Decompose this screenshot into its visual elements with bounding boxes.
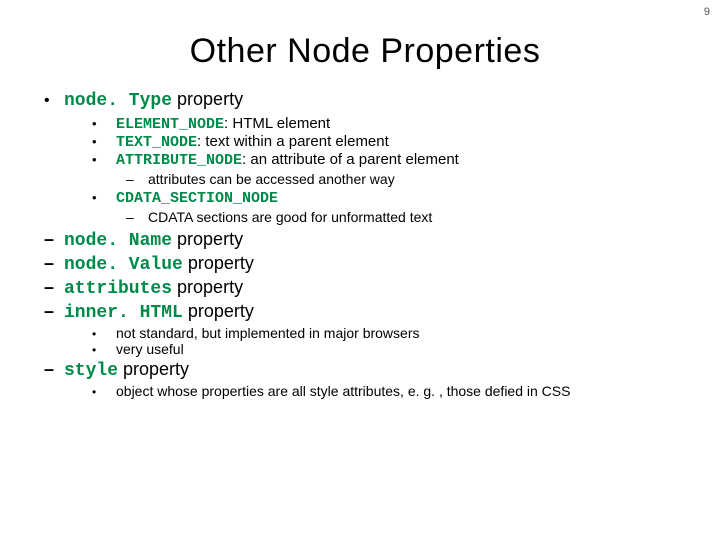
list-item: ELEMENT_NODE: HTML element [92, 115, 686, 133]
list-item: not standard, but implemented in major b… [92, 325, 686, 341]
item-text: property [172, 229, 243, 249]
code-token: node. Name [64, 231, 172, 251]
code-token: style [64, 361, 118, 381]
list-item: node. Name property [44, 229, 686, 251]
item-text: property [183, 301, 254, 321]
list-item: CDATA_SECTION_NODE CDATA sections are go… [92, 189, 686, 225]
sub-list: not standard, but implemented in major b… [92, 325, 686, 357]
item-text: object whose properties are all style at… [116, 383, 686, 399]
list-item: ATTRIBUTE_NODE: an attribute of a parent… [92, 151, 686, 187]
list-item: TEXT_NODE: text within a parent element [92, 133, 686, 151]
code-token: node. Type [64, 91, 172, 111]
item-text: very useful [116, 341, 686, 357]
list-item: CDATA sections are good for unformatted … [126, 209, 686, 225]
item-text: : an attribute of a parent element [242, 151, 459, 168]
sub-sub-list: CDATA sections are good for unformatted … [126, 209, 686, 225]
item-text: property [172, 277, 243, 297]
sub-list: object whose properties are all style at… [92, 383, 686, 399]
item-text: not standard, but implemented in major b… [116, 325, 686, 341]
list-item: object whose properties are all style at… [92, 383, 686, 399]
code-token: ATTRIBUTE_NODE [116, 152, 242, 169]
code-token: CDATA_SECTION_NODE [116, 190, 278, 207]
list-item: inner. HTML property not standard, but i… [44, 301, 686, 357]
item-text: CDATA sections are good for unformatted … [148, 209, 686, 225]
code-token: ELEMENT_NODE [116, 116, 224, 133]
slide-title: Other Node Properties [44, 32, 686, 71]
item-text: : text within a parent element [197, 133, 389, 150]
slide: 9 Other Node Properties node. Type prope… [0, 0, 720, 540]
list-item: node. Value property [44, 253, 686, 275]
list-item: node. Type property ELEMENT_NODE: HTML e… [44, 89, 686, 225]
sub-list: ELEMENT_NODE: HTML element TEXT_NODE: te… [92, 115, 686, 225]
sub-sub-list: attributes can be accessed another way [126, 171, 686, 187]
item-text: : HTML element [224, 115, 330, 132]
item-text: property [172, 89, 243, 109]
list-item: attributes property [44, 277, 686, 299]
code-token: inner. HTML [64, 303, 183, 323]
code-token: node. Value [64, 255, 183, 275]
item-text: property [118, 359, 189, 379]
code-token: attributes [64, 279, 172, 299]
code-token: TEXT_NODE [116, 134, 197, 151]
bullet-list: node. Type property ELEMENT_NODE: HTML e… [44, 89, 686, 399]
page-number: 9 [704, 6, 710, 18]
list-item: very useful [92, 341, 686, 357]
item-text: attributes can be accessed another way [148, 171, 686, 187]
list-item: attributes can be accessed another way [126, 171, 686, 187]
list-item: style property object whose properties a… [44, 359, 686, 399]
item-text: property [183, 253, 254, 273]
